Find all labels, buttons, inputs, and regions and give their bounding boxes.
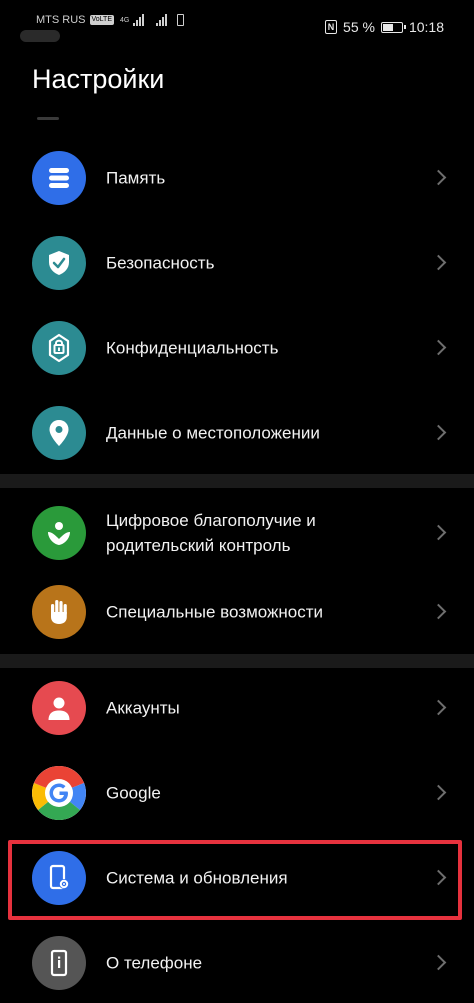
- location-pin-icon: [32, 406, 86, 460]
- lock-info-icon: [32, 321, 86, 375]
- signal-icon: [133, 14, 145, 26]
- network-type: 4G: [120, 16, 130, 24]
- scroll-remnant: [37, 117, 59, 120]
- signal-icon-2: [156, 14, 168, 26]
- battery-icon: [380, 21, 406, 33]
- setting-privacy[interactable]: Конфиденциальность: [0, 308, 474, 388]
- setting-label: Данные о местоположении: [106, 423, 320, 443]
- setting-label: О телефоне: [106, 953, 203, 973]
- status-bar: MTS RUS VoLTE 4G N 55 % 10:18: [0, 0, 474, 56]
- storage-icon: [32, 151, 86, 205]
- chevron-right-icon: [430, 784, 447, 801]
- setting-about-phone[interactable]: О телефоне: [0, 923, 474, 1003]
- chevron-right-icon: [430, 424, 447, 441]
- nfc-icon: N: [325, 20, 338, 34]
- setting-label: Память: [106, 168, 166, 188]
- setting-label: Безопасность: [106, 253, 215, 273]
- volte-badge: VoLTE: [89, 15, 114, 25]
- setting-security[interactable]: Безопасность: [0, 223, 474, 303]
- wellbeing-icon: [32, 506, 86, 560]
- setting-label: Аккаунты: [106, 698, 180, 718]
- person-icon: [32, 681, 86, 735]
- status-right: N 55 % 10:18: [325, 19, 444, 35]
- setting-accounts[interactable]: Аккаунты: [0, 668, 474, 748]
- chevron-right-icon: [430, 603, 447, 620]
- setting-label: Специальные возможности: [106, 602, 324, 622]
- setting-google[interactable]: Google: [0, 753, 474, 833]
- hand-icon: [32, 585, 86, 639]
- page-title: Настройки: [32, 64, 165, 94]
- chevron-right-icon: [430, 954, 447, 971]
- chevron-right-icon: [430, 169, 447, 186]
- setting-label: Цифровое благополучие и родительский кон…: [106, 511, 316, 555]
- chevron-right-icon: [430, 339, 447, 356]
- section-divider: [0, 654, 474, 668]
- highlight-box: [8, 840, 462, 920]
- shield-check-icon: [32, 236, 86, 290]
- carrier-name: MTS RUS: [36, 14, 86, 26]
- chevron-right-icon: [430, 254, 447, 271]
- chevron-right-icon: [430, 699, 447, 716]
- setting-storage[interactable]: Память: [0, 138, 474, 218]
- battery-percent: 55 %: [343, 19, 375, 35]
- google-icon: [32, 766, 86, 820]
- setting-label: Конфиденциальность: [106, 338, 279, 358]
- status-left: MTS RUS VoLTE 4G: [36, 14, 185, 26]
- battery-saver-icon: [177, 14, 185, 26]
- setting-label: Google: [106, 783, 161, 803]
- phone-info-icon: [32, 936, 86, 990]
- blur-region: [20, 30, 60, 42]
- setting-location[interactable]: Данные о местоположении: [0, 393, 474, 473]
- setting-digital-wellbeing[interactable]: Цифровое благополучие и родительский кон…: [0, 488, 474, 578]
- section-divider: [0, 474, 474, 488]
- chevron-right-icon: [430, 524, 447, 541]
- setting-accessibility[interactable]: Специальные возможности: [0, 572, 474, 652]
- clock: 10:18: [408, 19, 444, 35]
